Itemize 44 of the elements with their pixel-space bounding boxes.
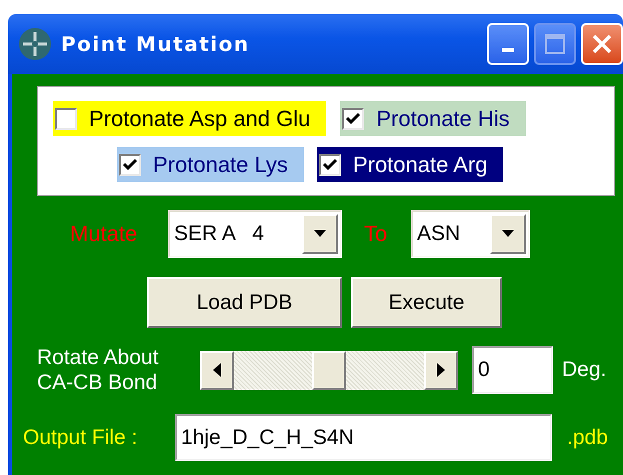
scroll-right-button[interactable] bbox=[424, 350, 458, 390]
checkbox-option[interactable]: Protonate Arg bbox=[316, 147, 504, 182]
checkbox-option[interactable]: Protonate Asp and Glu bbox=[53, 101, 326, 136]
checkbox-label: Protonate Arg bbox=[352, 152, 488, 178]
dropdown-button[interactable] bbox=[302, 214, 338, 254]
slider-thumb[interactable] bbox=[312, 350, 346, 390]
checkbox[interactable] bbox=[318, 154, 341, 176]
checkbox[interactable] bbox=[342, 108, 364, 130]
residue-dropdown[interactable]: SER A 4 bbox=[168, 210, 342, 258]
close-button[interactable] bbox=[581, 23, 623, 65]
angle-input-field[interactable]: 0 bbox=[472, 346, 553, 394]
right-arrow-icon bbox=[437, 363, 445, 377]
checkbox-label: Protonate His bbox=[376, 106, 510, 132]
unit-label: Deg. bbox=[562, 358, 606, 382]
crosshair-icon bbox=[18, 27, 52, 61]
window-title: Point Mutation bbox=[61, 32, 250, 56]
checkbox[interactable] bbox=[55, 108, 77, 130]
left-arrow-icon bbox=[213, 363, 221, 377]
output-file-field[interactable]: 1hje_D_C_H_S4N bbox=[175, 414, 552, 461]
minimize-button[interactable] bbox=[487, 23, 529, 65]
dropdown-button[interactable] bbox=[490, 214, 526, 254]
mutate-label: Mutate bbox=[70, 221, 138, 247]
caret-icon bbox=[314, 230, 326, 238]
target-dropdown[interactable]: ASN bbox=[411, 210, 530, 258]
maximize-button[interactable] bbox=[534, 23, 576, 65]
checkbox-label: Protonate Lys bbox=[153, 152, 288, 178]
checkmark-icon bbox=[123, 158, 137, 172]
checkmark-icon bbox=[346, 112, 360, 126]
to-label: To bbox=[364, 221, 388, 247]
minimize-icon bbox=[502, 48, 514, 52]
close-icon bbox=[591, 33, 613, 55]
scroll-left-button[interactable] bbox=[200, 350, 234, 390]
checkbox-label: Protonate Asp and Glu bbox=[89, 106, 310, 132]
checkbox[interactable] bbox=[119, 154, 141, 176]
maximize-icon bbox=[544, 33, 566, 55]
checkbox-option[interactable]: Protonate Lys bbox=[117, 147, 304, 182]
rotate-label: Rotate About CA-CB Bond bbox=[37, 345, 160, 395]
checkbox-option[interactable]: Protonate His bbox=[340, 101, 526, 136]
extension-label: .pdb bbox=[567, 426, 608, 450]
caret-icon bbox=[502, 230, 514, 238]
output-file-label: Output File : bbox=[23, 426, 138, 450]
action-button[interactable]: Execute bbox=[351, 277, 502, 328]
action-button[interactable]: Load PDB bbox=[147, 277, 342, 328]
checkmark-icon bbox=[322, 158, 337, 172]
